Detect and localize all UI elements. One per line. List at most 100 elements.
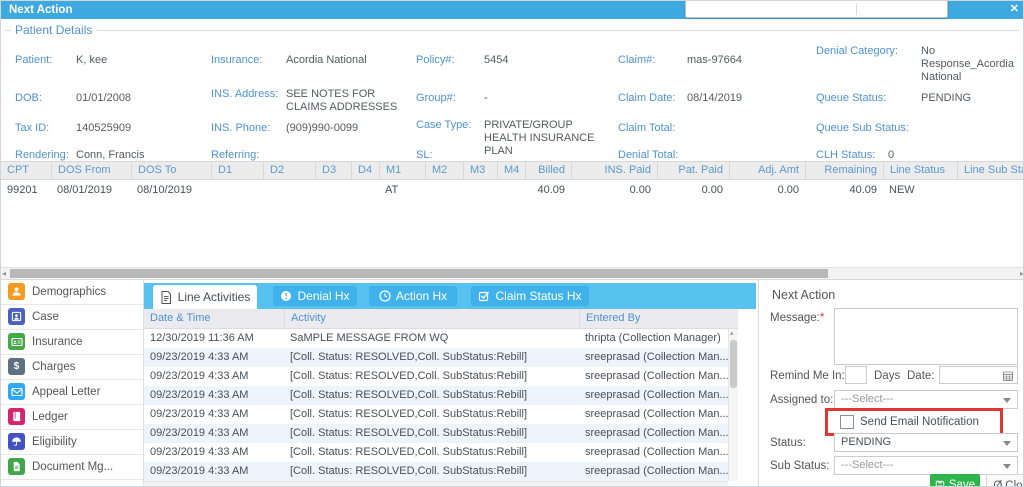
insurance-value: Acordia National	[286, 54, 367, 66]
tab-claim-status-hx[interactable]: Claim Status Hx	[471, 286, 589, 306]
assigned-to-select[interactable]: ---Select---	[834, 390, 1018, 409]
scroll-right-arrow-icon[interactable]: ▸	[1020, 268, 1023, 279]
cell-date-time: 09/23/2019 4:33 AM	[150, 465, 249, 477]
book-icon	[8, 408, 25, 425]
close-button[interactable]: Ø Close	[986, 474, 1023, 487]
sidebar-item-label: Appeal Letter	[32, 386, 101, 398]
cell-entered-by: thripta (Collection Manager)	[585, 332, 721, 344]
col-cpt[interactable]: CPT	[1, 162, 51, 179]
cell-entered-by: sreeprasad (Collection Man...	[585, 465, 728, 477]
chevron-down-icon	[1003, 464, 1011, 469]
activity-row[interactable]: 12/30/2019 11:36 AM SaMPLE MESSAGE FROM …	[144, 329, 728, 348]
activity-row[interactable]: 09/23/2019 4:33 AM [Coll. Status: RESOLV…	[144, 462, 728, 481]
message-textarea[interactable]	[834, 308, 1018, 365]
activity-row[interactable]: 09/23/2019 4:33 AM [Coll. Status: RESOLV…	[144, 443, 728, 462]
envelope-icon	[8, 383, 25, 400]
col-remaining[interactable]: Remaining	[805, 162, 883, 179]
col-d2[interactable]: D2	[263, 162, 315, 179]
close-label: Close	[1005, 480, 1023, 487]
sidebar-item-appeal-letter[interactable]: Appeal Letter	[1, 380, 143, 405]
tab-denial-hx[interactable]: Denial Hx	[273, 286, 357, 306]
patient-details-legend: Patient Details	[11, 23, 97, 37]
sidebar-item-label: Document Mg...	[32, 461, 114, 473]
sidebar-item-eligibility[interactable]: Eligibility	[1, 430, 143, 455]
cell-entered-by: sreeprasad (Collection Man...	[585, 408, 728, 420]
cell-date-time: 09/23/2019 4:33 AM	[150, 446, 249, 458]
save-button[interactable]: Save	[930, 474, 980, 487]
col-d1[interactable]: D1	[211, 162, 263, 179]
sidebar-item-charges[interactable]: $ Charges	[1, 355, 143, 380]
col-billed[interactable]: Billed	[525, 162, 571, 179]
claim-row[interactable]: 99201 08/01/2019 08/10/2019 AT 40.09 0.0…	[1, 180, 1023, 200]
panel-title: Next Action	[772, 288, 836, 302]
sidebar-item-document-mgmt[interactable]: Document Mg...	[1, 455, 143, 480]
sidebar-item-insurance[interactable]: Insurance	[1, 330, 143, 355]
policy-value: 5454	[484, 54, 509, 66]
tab-action-hx[interactable]: Action Hx	[369, 286, 457, 306]
claim-no-label: Claim#:	[618, 54, 656, 66]
scroll-left-arrow-icon[interactable]: ◂	[2, 268, 6, 279]
sidebar-item-label: Demographics	[32, 286, 107, 298]
horizontal-scrollbar[interactable]: ◂ ▸	[1, 267, 1023, 279]
close-icon[interactable]: ✕	[1010, 2, 1019, 15]
col-entered-by[interactable]: Entered By	[579, 309, 738, 328]
scroll-up-arrow-icon[interactable]: ▴	[730, 329, 734, 337]
checkbox-check-icon	[478, 290, 490, 302]
col-line-sub-status[interactable]: Line Sub Sta	[957, 162, 1023, 179]
ins-address-value: SEE NOTES FOR CLAIMS ADDRESSES	[286, 88, 398, 113]
cell-date-time: 09/23/2019 4:33 AM	[150, 427, 249, 439]
sub-status-select[interactable]: ---Select---	[834, 456, 1018, 475]
col-dos-from[interactable]: DOS From	[51, 162, 131, 179]
chevron-down-icon	[1003, 441, 1011, 446]
activity-vertical-scrollbar[interactable]: ▴	[728, 329, 738, 481]
sub-status-value: ---Select---	[841, 459, 894, 471]
activity-horizontal-scrollbar[interactable]	[144, 481, 728, 486]
col-m4[interactable]: M4	[497, 162, 525, 179]
col-activity[interactable]: Activity	[284, 309, 579, 328]
col-line-status[interactable]: Line Status	[883, 162, 957, 179]
send-email-highlight-box: Send Email Notification	[825, 408, 1003, 436]
tab-label: Claim Status Hx	[495, 289, 582, 303]
col-m2[interactable]: M2	[425, 162, 463, 179]
col-d3[interactable]: D3	[315, 162, 351, 179]
vertical-scrollbar-thumb[interactable]	[730, 340, 737, 388]
activity-row[interactable]: 09/23/2019 4:33 AM [Coll. Status: RESOLV…	[144, 424, 728, 443]
col-m1[interactable]: M1	[379, 162, 425, 179]
activity-row[interactable]: 09/23/2019 4:33 AM [Coll. Status: RESOLV…	[144, 405, 728, 424]
remind-days-input[interactable]	[845, 366, 867, 384]
cell-d4	[351, 180, 379, 200]
send-email-checkbox[interactable]	[840, 415, 854, 429]
activity-row[interactable]: 09/23/2019 4:33 AM [Coll. Status: RESOLV…	[144, 386, 728, 405]
cell-m4	[497, 180, 525, 200]
dollar-icon: $	[8, 358, 25, 375]
cell-activity: [Coll. Status: RESOLVED,Coll. SubStatus:…	[290, 370, 528, 382]
tab-label: Line Activities	[177, 290, 251, 304]
search-input[interactable]	[685, 1, 948, 18]
sidebar-item-label: Charges	[32, 361, 76, 373]
col-m3[interactable]: M3	[463, 162, 497, 179]
activity-row[interactable]: 09/23/2019 4:33 AM [Coll. Status: RESOLV…	[144, 367, 728, 386]
col-dos-to[interactable]: DOS To	[131, 162, 211, 179]
status-select[interactable]: PENDING	[834, 433, 1018, 452]
col-date-time[interactable]: Date & Time	[144, 309, 284, 328]
col-adj-amt[interactable]: Adj. Amt	[729, 162, 805, 179]
cell-date-time: 09/23/2019 4:33 AM	[150, 389, 249, 401]
save-label: Save	[948, 479, 976, 487]
person-icon	[8, 283, 25, 300]
cell-activity: SaMPLE MESSAGE FROM WQ	[290, 332, 449, 344]
sidebar-item-case[interactable]: Case	[1, 305, 143, 330]
chevron-down-icon	[1003, 398, 1011, 403]
horizontal-scrollbar-thumb[interactable]	[10, 269, 828, 278]
calendar-icon[interactable]	[1003, 371, 1013, 381]
col-pat-paid[interactable]: Pat. Paid	[657, 162, 729, 179]
date-input[interactable]	[939, 366, 1018, 384]
cell-dos-to: 08/10/2019	[137, 184, 193, 196]
activity-table-header: Date & Time Activity Entered By	[144, 309, 738, 329]
col-ins-paid[interactable]: INS. Paid	[571, 162, 657, 179]
sidebar-item-demographics[interactable]: Demographics	[1, 280, 143, 305]
tab-line-activities[interactable]: Line Activities	[153, 285, 257, 309]
sidebar-item-ledger[interactable]: Ledger	[1, 405, 143, 430]
col-d4[interactable]: D4	[351, 162, 379, 179]
next-action-panel: Next Action Message:* Remind Me In: Days…	[758, 279, 1023, 487]
activity-row[interactable]: 09/23/2019 4:33 AM [Coll. Status: RESOLV…	[144, 348, 728, 367]
